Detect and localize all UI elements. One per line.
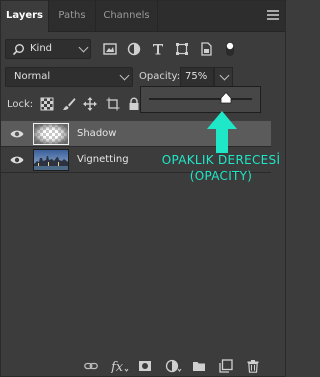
- opacity-input[interactable]: 75%: [180, 67, 214, 87]
- opacity-slider-track[interactable]: [149, 98, 252, 100]
- arrow-up-icon: [207, 111, 237, 153]
- mask-icon[interactable]: [138, 359, 152, 373]
- visibility-eye-icon[interactable]: [10, 129, 24, 139]
- layer-filter-label: Kind: [30, 43, 53, 54]
- lock-all-icon[interactable]: [127, 97, 141, 111]
- annotation-line-2: (OPACITY): [189, 169, 253, 183]
- panel-tab-bar: Layers Paths Channels: [1, 1, 285, 32]
- adjustment-layer-icon[interactable]: [165, 359, 183, 373]
- lock-image-pixels-icon[interactable]: [62, 97, 76, 111]
- new-layer-icon[interactable]: [219, 359, 233, 373]
- smart-object-filter-icon[interactable]: [198, 41, 214, 57]
- opacity-slider-popup: [140, 86, 261, 113]
- opacity-value: 75%: [185, 71, 208, 82]
- chevron-down-icon: [78, 42, 89, 53]
- lock-position-icon[interactable]: [83, 97, 97, 111]
- chevron-down-icon: [119, 70, 130, 81]
- group-folder-icon[interactable]: [192, 359, 206, 373]
- annotation-line-1: OPAKLIK DERECESİ: [161, 153, 281, 167]
- layer-filter-select[interactable]: Kind: [5, 39, 91, 59]
- pixel-filter-icon[interactable]: [102, 41, 118, 57]
- panel-footer: fx: [1, 353, 285, 377]
- layers-panel: Layers Paths Channels Kind Normal Opacit…: [0, 0, 286, 377]
- type-filter-icon[interactable]: [150, 41, 166, 57]
- panel-menu-icon[interactable]: [267, 10, 279, 20]
- layer-thumbnail: [33, 123, 69, 145]
- tab-layers[interactable]: Layers: [1, 1, 49, 32]
- svg-text:fx: fx: [111, 360, 124, 373]
- lock-label: Lock:: [7, 99, 34, 110]
- fx-icon[interactable]: fx: [111, 359, 129, 373]
- blend-mode-select[interactable]: Normal: [5, 67, 133, 87]
- opacity-slider-toggle-button[interactable]: [214, 67, 233, 87]
- chevron-down-icon: [219, 70, 230, 81]
- layer-thumbnail: [33, 149, 69, 171]
- search-icon: [12, 44, 24, 56]
- opacity-slider-thumb[interactable]: [220, 92, 232, 104]
- link-layers-icon[interactable]: [84, 359, 98, 373]
- opacity-annotation: OPAKLIK DERECESİ (OPACITY): [151, 152, 291, 184]
- trash-icon[interactable]: [246, 359, 260, 373]
- shape-filter-icon[interactable]: [174, 41, 190, 57]
- blend-mode-value: Normal: [14, 71, 51, 82]
- filter-toggle-icon[interactable]: [222, 41, 238, 57]
- adjustment-filter-icon[interactable]: [126, 41, 142, 57]
- lock-artboard-icon[interactable]: [106, 97, 120, 111]
- visibility-eye-icon[interactable]: [10, 155, 24, 165]
- tab-channels[interactable]: Channels: [96, 1, 158, 31]
- layer-name[interactable]: Vignetting: [77, 154, 129, 165]
- layer-name[interactable]: Shadow: [77, 128, 116, 139]
- opacity-label: Opacity:: [139, 71, 181, 82]
- tab-paths[interactable]: Paths: [49, 1, 96, 31]
- lock-transparent-pixels-icon[interactable]: [40, 97, 54, 111]
